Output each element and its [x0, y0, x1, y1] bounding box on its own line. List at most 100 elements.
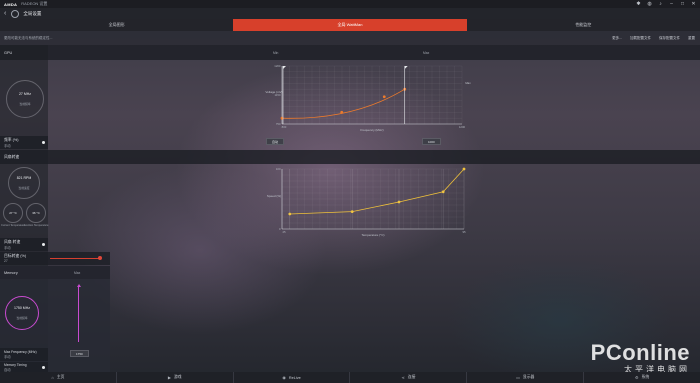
- memory-timing-row[interactable]: Memory Timing 自动: [0, 362, 48, 372]
- x-tick-label: 800: [282, 125, 287, 129]
- brand-logo: AMDA: [4, 1, 18, 7]
- fan-gauge-value: 821 RPM: [16, 176, 32, 180]
- warning-hint: 更改可能无法与系统的稳定性...: [4, 35, 53, 40]
- memory-freq-row[interactable]: Max Frequency (MHz) 手动: [0, 348, 48, 361]
- gpu-section-title: GPU: [4, 50, 13, 55]
- fan-curve-chart[interactable]: Temperature (°C) Speed (%) 25 95 100 0: [262, 163, 472, 239]
- close-icon[interactable]: ✕: [691, 1, 696, 7]
- page-title: 全局设置: [23, 10, 42, 16]
- x-tick-label: 25: [282, 230, 286, 234]
- memory-timing-value: 自动: [4, 367, 11, 372]
- series-line: [281, 88, 405, 119]
- bottom-nav-connect[interactable]: ⋖ 连接: [350, 372, 468, 383]
- bottom-nav-gaming-label: 游戏: [173, 375, 182, 379]
- gear-icon: ⚙: [634, 375, 639, 380]
- bottom-nav-connect-label: 连接: [407, 375, 416, 379]
- memory-slider-track[interactable]: [78, 286, 79, 342]
- memory-clock-gauge: 1750 MHz 当前频率: [5, 296, 39, 330]
- nav-bar: ‹ 全局设置: [0, 8, 700, 19]
- gpu-control-value: 手动: [4, 143, 11, 148]
- min-marker-flag: [283, 66, 286, 69]
- max-side-label: Max: [465, 81, 471, 85]
- gpu-clock-gauge: 27 MHz 当前频率: [6, 80, 44, 118]
- fan-control-row[interactable]: 风扇 转速 手动: [0, 238, 48, 251]
- fan-speed-gauge: 821 RPM 当前速度: [8, 167, 40, 199]
- window-controls: ✱ ◍ ♪ – □ ✕: [636, 1, 696, 7]
- fan-target-value: 27: [4, 259, 8, 263]
- junction-temp-value: 36 °C: [32, 211, 40, 215]
- home-icon: ⌂: [51, 375, 54, 380]
- max-marker-flag: [404, 66, 408, 69]
- save-profile-button[interactable]: 保存配置文件: [659, 36, 680, 41]
- gpu-control-row[interactable]: 频率 (%) 手动: [0, 136, 48, 149]
- gpu-toggle[interactable]: [42, 141, 45, 144]
- memory-freq-button[interactable]: 1750: [70, 350, 89, 357]
- fan-toggle[interactable]: [42, 243, 45, 246]
- x-tick-label: 1200: [459, 125, 466, 129]
- tab-performance-monitor[interactable]: 性能监控: [467, 19, 700, 31]
- bottom-nav-system-label: 系统: [641, 375, 650, 379]
- bottom-nav-system[interactable]: ⚙ 系统: [584, 372, 700, 383]
- fan-target-slider-handle[interactable]: [98, 256, 102, 260]
- y-tick-label: 100: [276, 167, 281, 171]
- gpu-value-button[interactable]: 1000: [422, 138, 441, 145]
- memory-max-label: Max: [74, 270, 81, 275]
- y-axis-label: Speed (%): [267, 194, 281, 198]
- tab-global-wattman[interactable]: 全局 WattMan: [233, 19, 467, 31]
- gpu-gauge-caption: 当前频率: [19, 102, 31, 106]
- minimize-icon[interactable]: –: [669, 1, 674, 7]
- series-line: [289, 168, 465, 215]
- globe-icon[interactable]: ◍: [647, 1, 652, 7]
- data-point: [382, 95, 386, 99]
- y-tick-label: 750: [276, 122, 281, 126]
- sub-toolbar: 更改可能无法与系统的稳定性... 更多... 加载配置文件 保存配置文件 重置: [0, 31, 700, 45]
- title-bar: AMDA RADEON 设置 ✱ ◍ ♪ – □ ✕: [0, 0, 700, 8]
- bottom-nav-home-label: 主页: [56, 375, 65, 379]
- back-icon[interactable]: ‹: [4, 10, 6, 17]
- memory-gauge-value: 1750 MHz: [14, 306, 30, 310]
- memory-slider-handle[interactable]: [76, 284, 81, 287]
- memory-timing-toggle[interactable]: [42, 365, 45, 369]
- junction-temp-gauge: 36 °C: [26, 203, 46, 223]
- memory-gauge-caption: 当前频率: [16, 316, 28, 320]
- watermark-main: PConline: [590, 340, 690, 365]
- bottom-nav-display[interactable]: ▭ 显示器: [467, 372, 585, 383]
- load-profile-button[interactable]: 加载配置文件: [630, 36, 651, 41]
- current-temp-value: 27 °C: [9, 211, 17, 215]
- gpu-gauge-value: 27 MHz: [18, 92, 32, 96]
- bell-icon[interactable]: ♪: [658, 1, 663, 7]
- relive-icon: ◉: [282, 375, 286, 380]
- fan-section-header: 风扇转速: [0, 150, 700, 164]
- gpu-max-label: Max: [423, 50, 430, 55]
- x-axis-label: Temperature (°C): [361, 233, 384, 237]
- gpu-voltage-chart[interactable]: Frequency (MHz)Voltage (mV)800 1200120011…: [262, 58, 472, 136]
- gear-icon: [11, 9, 20, 18]
- maximize-icon[interactable]: □: [680, 1, 685, 7]
- fan-target-slider[interactable]: [50, 258, 100, 259]
- tab-strip: 全局图形 全局 WattMan 性能监控: [0, 19, 700, 31]
- tab-global-graphics[interactable]: 全局图形: [0, 19, 233, 31]
- gpu-min-label: Min: [273, 50, 279, 55]
- memory-section-header: Memory Max: [0, 266, 110, 279]
- bottom-nav-display-label: 显示器: [522, 375, 535, 379]
- reset-button[interactable]: 重置: [688, 36, 695, 41]
- gpu-auto-button[interactable]: 自动: [266, 138, 285, 145]
- current-temp-gauge: 27 °C: [3, 203, 23, 223]
- bottom-nav-home[interactable]: ⌂ 主页: [0, 372, 117, 383]
- y-tick-label: 1200: [274, 64, 281, 68]
- data-point: [340, 110, 344, 114]
- y-tick-label: 1150: [274, 93, 280, 97]
- y-tick-label: 0: [279, 227, 281, 231]
- bottom-nav-relive[interactable]: ◉ ReLive: [234, 372, 351, 383]
- bottom-nav: ⌂ 主页 ▶ 游戏 ◉ ReLive ⋖ 连接 ▭ 显示器 ⚙ 系统: [0, 372, 700, 383]
- more-button[interactable]: 更多...: [612, 36, 622, 41]
- bottom-nav-gaming[interactable]: ▶ 游戏: [117, 372, 234, 383]
- play-icon: ▶: [167, 375, 171, 380]
- memory-section-title: Memory: [4, 270, 18, 275]
- fan-section-title: 风扇转速: [4, 154, 20, 159]
- fan-gauge-caption: 当前速度: [18, 186, 30, 190]
- fan-control-value: 手动: [4, 245, 11, 250]
- bottom-nav-relive-label: ReLive: [288, 375, 301, 380]
- watermark: PConline 太平洋电脑网: [591, 340, 690, 375]
- bug-icon[interactable]: ✱: [636, 1, 641, 7]
